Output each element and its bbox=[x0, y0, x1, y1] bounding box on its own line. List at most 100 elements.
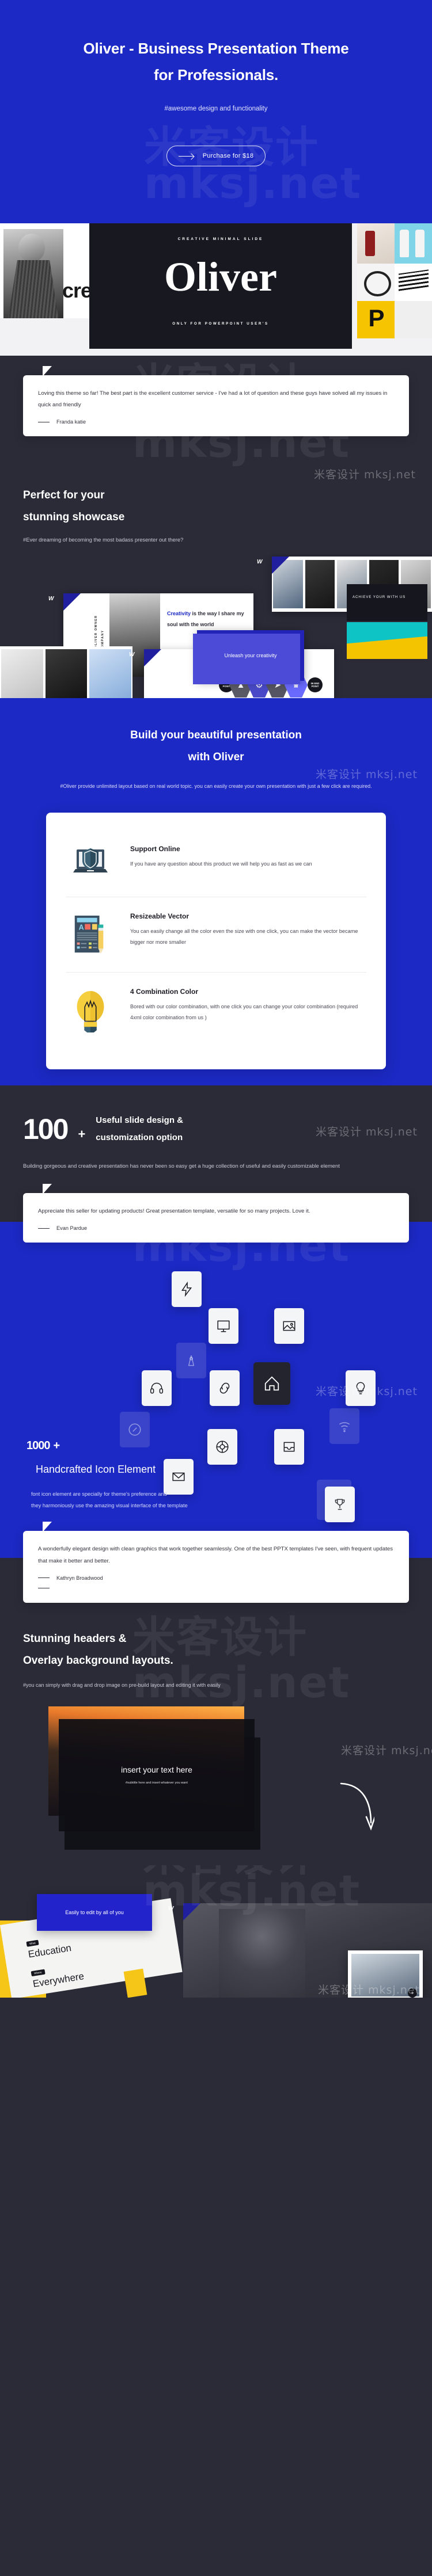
hero-slide-mosaic: cre CREATIVE MINIMAL SLIDE Oliver ONLY F… bbox=[0, 223, 432, 356]
headers-title-line-2: Overlay background layouts. bbox=[23, 1654, 173, 1667]
product-landing-page: Oliver - Business Presentation Theme for… bbox=[0, 0, 432, 1998]
headphones-icon[interactable] bbox=[142, 1370, 172, 1406]
lightbulb-icon[interactable] bbox=[346, 1370, 376, 1406]
watermark-combo-1: 米客设计 mksj.net bbox=[314, 468, 416, 482]
mini-photo bbox=[1, 649, 43, 699]
testimonial-card: Appreciate this seller for updating prod… bbox=[23, 1183, 409, 1243]
feature-row: 4 Combination Color Bored with our color… bbox=[66, 972, 366, 1050]
featured-slide: CREATIVE MINIMAL SLIDE Oliver ONLY FOR P… bbox=[89, 223, 352, 349]
slide-kicker: CREATIVE MINIMAL SLIDE bbox=[177, 237, 264, 241]
showcase-tagline: #Ever dreaming of becoming the most bada… bbox=[23, 536, 184, 543]
brand-corner-icon: W bbox=[168, 1903, 200, 1920]
slide-wordmark: Oliver bbox=[164, 254, 277, 300]
showcase-heading: Perfect for your stunning showcase #Ever… bbox=[0, 485, 432, 543]
brand-corner-icon: W bbox=[129, 649, 161, 667]
yellow-arrow-card bbox=[123, 1968, 147, 1998]
label-group: Where Everywhere bbox=[30, 1959, 85, 1990]
arrow-right-icon bbox=[178, 155, 194, 157]
watermark-cn-5: 米客设计 bbox=[143, 1865, 318, 1883]
feature-body: Resizeable Vector You can easily change … bbox=[130, 912, 366, 948]
feature-title: Resizeable Vector bbox=[130, 912, 190, 921]
hero-title-line-2: for Professionals. bbox=[153, 66, 279, 83]
final-mosaic-section: 米客设计 mksj.net What Education Where Every… bbox=[0, 1865, 432, 1998]
headers-title-line-1: Stunning headers & bbox=[23, 1632, 127, 1645]
thumb-letter bbox=[357, 301, 395, 338]
icons-title: Handcrafted Icon Element bbox=[36, 1464, 156, 1475]
mini-photo bbox=[45, 649, 88, 699]
mini-photo-strip bbox=[0, 646, 132, 699]
team-photo bbox=[305, 560, 335, 609]
headers-section: 米客设计 mksj.net Stunning headers & Overlay… bbox=[0, 1602, 432, 1850]
dark-photo-slide: W + OLIVER WAGNER "Oliver ready to help … bbox=[168, 1903, 432, 1998]
testimonial-1-section: Loving this theme so far! The best part … bbox=[0, 356, 432, 467]
stat-number: 100 bbox=[23, 1113, 69, 1146]
mosaic-headline: cre bbox=[62, 279, 92, 302]
mosaic-portrait bbox=[3, 229, 63, 318]
monitor-icon[interactable] bbox=[209, 1308, 238, 1344]
hero-section: Oliver - Business Presentation Theme for… bbox=[0, 0, 432, 223]
headers-title: Stunning headers & Overlay background la… bbox=[23, 1628, 409, 1672]
laptop-shield-icon bbox=[66, 845, 115, 879]
mockup-subtitle: #subtitle here and insert whatever you w… bbox=[126, 1781, 188, 1785]
purchase-button[interactable]: Purchase for $18 bbox=[166, 146, 266, 166]
map-pin-icon[interactable] bbox=[176, 1343, 206, 1378]
thumb-circle bbox=[357, 264, 395, 301]
plus-icon[interactable]: + bbox=[408, 1988, 417, 1998]
hero-tagline: #awesome design and functionality bbox=[164, 105, 268, 112]
achieve-card: ACHIEVE YOUR WITH US bbox=[347, 584, 427, 622]
showcase-title: Perfect for your stunning showcase bbox=[23, 485, 409, 528]
stat-row: 100 + Useful slide design & customizatio… bbox=[23, 1112, 409, 1146]
mosaic-right-thumbs bbox=[357, 223, 432, 338]
page-title: Oliver - Business Presentation Theme for… bbox=[23, 36, 409, 88]
bolt-icon[interactable] bbox=[172, 1271, 202, 1307]
stat-desc: Building gorgeous and creative presentat… bbox=[23, 1163, 340, 1169]
testimonial-2-section: Appreciate this seller for updating prod… bbox=[0, 1183, 432, 1291]
thumb-pattern bbox=[395, 264, 432, 301]
link-icon[interactable] bbox=[210, 1370, 240, 1406]
feature-desc: Bored with our color combination, with o… bbox=[130, 1004, 358, 1021]
label-chip: Where bbox=[31, 1969, 46, 1976]
testimonial-author-name: Evan Pardue bbox=[56, 1225, 88, 1231]
testimonial-quote: A wonderfully elegant design with clean … bbox=[38, 1546, 393, 1564]
brand-corner-icon: W bbox=[257, 557, 289, 574]
icons-count: 1000 + bbox=[23, 1430, 409, 1454]
feature-row: A Resizeable Vector You can easily chang… bbox=[66, 897, 366, 972]
dash-icon bbox=[38, 1577, 50, 1579]
feature-body: 4 Combination Color Bored with our color… bbox=[130, 988, 366, 1024]
mockup-title: insert your text here bbox=[121, 1765, 192, 1775]
stat-plus: + bbox=[78, 1127, 86, 1142]
header-mockup: insert your text here #subtitle here and… bbox=[23, 1706, 432, 1850]
hero-title-line-1: Oliver - Business Presentation Theme bbox=[83, 40, 349, 57]
mockup-overlay: insert your text here #subtitle here and… bbox=[59, 1718, 255, 1831]
easily-edit-slide: Easily to edit by all of you bbox=[37, 1893, 152, 1931]
curved-arrow-icon bbox=[340, 1782, 374, 1831]
testimonial-author-name: Franda katie bbox=[56, 419, 86, 425]
icons-desc: font icon element are specially for them… bbox=[23, 1488, 409, 1511]
testimonial-author-name: Kathryn Broadwood bbox=[56, 1575, 103, 1581]
slide-offset-shadow bbox=[193, 634, 300, 685]
thumb-bottles bbox=[395, 223, 432, 264]
feature-desc: You can easily change all the color even… bbox=[130, 928, 358, 946]
feature-desc: If you have any question about this prod… bbox=[130, 861, 312, 867]
testimonial-author: Franda katie bbox=[38, 419, 394, 425]
build-section: Build your beautiful presentation with O… bbox=[0, 698, 432, 1086]
feature-row: Support Online If you have any question … bbox=[66, 830, 366, 897]
testimonial-card: A wonderfully elegant design with clean … bbox=[23, 1522, 409, 1603]
quote-text: Creativity is the way I share my soul wi… bbox=[167, 608, 245, 630]
testimonial-3-section: A wonderfully elegant design with clean … bbox=[0, 1522, 432, 1603]
image-icon[interactable] bbox=[274, 1308, 304, 1344]
testimonial-author: Kathryn Broadwood bbox=[38, 1575, 394, 1581]
easily-edit-label: Easily to edit by all of you bbox=[65, 1909, 124, 1915]
stat-title-line-1: Useful slide design & bbox=[96, 1115, 183, 1126]
purchase-button-label: Purchase for $18 bbox=[202, 153, 254, 159]
feature-title: Support Online bbox=[130, 845, 180, 853]
home-icon[interactable] bbox=[253, 1362, 290, 1405]
svg-text:A: A bbox=[79, 923, 84, 931]
testimonial-quote: Appreciate this seller for updating prod… bbox=[38, 1207, 310, 1214]
icon-tile-grid bbox=[0, 1257, 432, 1522]
color-card bbox=[347, 622, 427, 660]
icons-number: 1000 bbox=[26, 1439, 50, 1452]
thumb-plain bbox=[395, 301, 432, 338]
lightbulb-icon bbox=[66, 988, 115, 1033]
build-title-line-2: with Oliver bbox=[188, 751, 244, 764]
